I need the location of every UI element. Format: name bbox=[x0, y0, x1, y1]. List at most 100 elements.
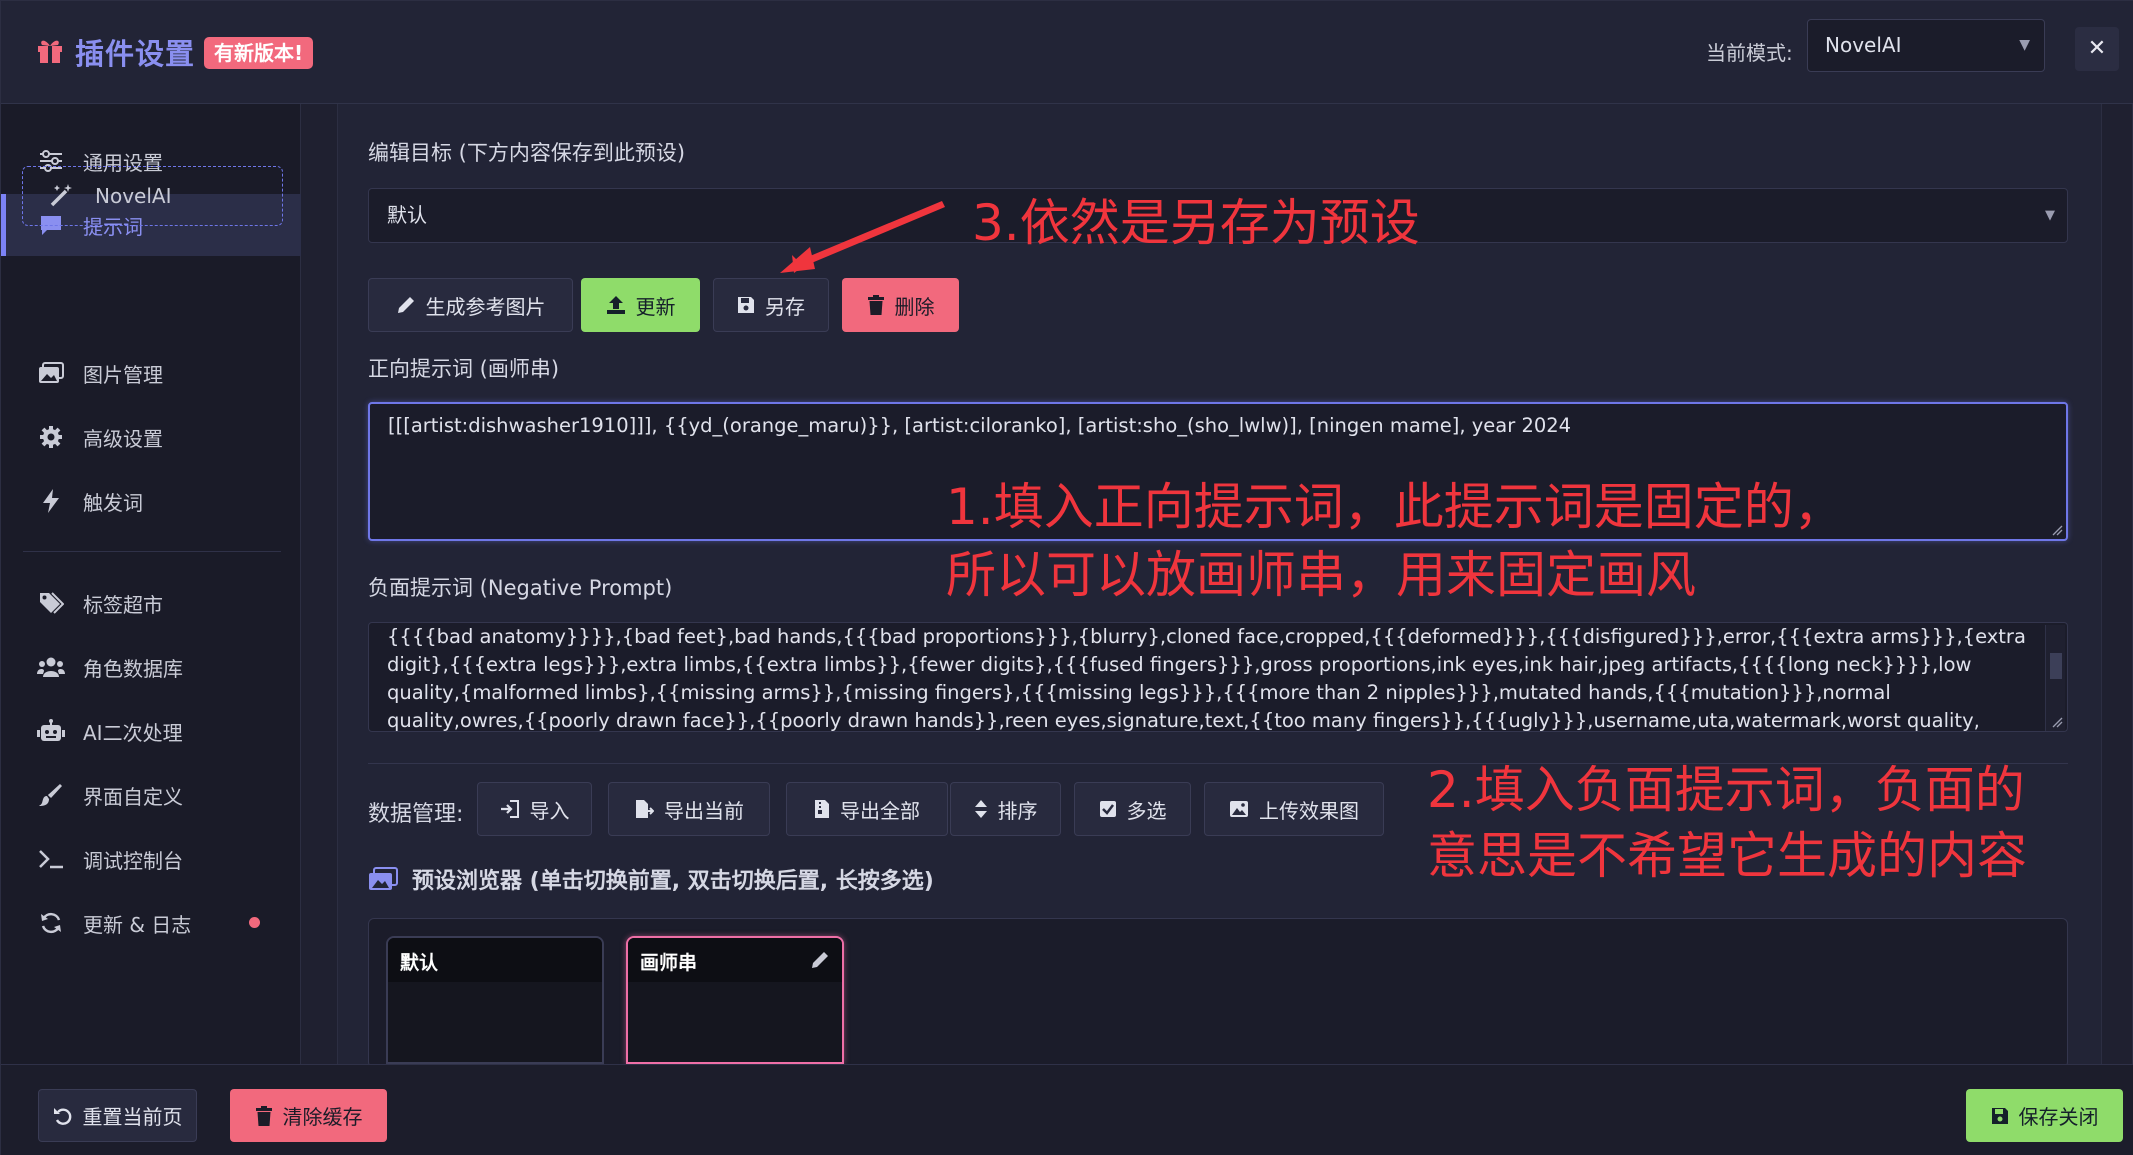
preset-card-title: 画师串 bbox=[640, 952, 698, 974]
new-version-badge[interactable]: 有新版本! bbox=[204, 37, 314, 69]
pencil-icon[interactable] bbox=[810, 950, 830, 970]
clear-cache-button[interactable]: 清除缓存 bbox=[230, 1089, 387, 1142]
generate-reference-label: 生成参考图片 bbox=[425, 294, 546, 319]
annotation-arrow bbox=[780, 201, 945, 273]
annotation-negative-line2: 意思是不希望它生成的内容 bbox=[1427, 827, 2027, 885]
mode-select-value: NovelAI bbox=[1825, 33, 1902, 57]
sidebar-item-advanced[interactable]: 高级设置 bbox=[1, 406, 301, 468]
sync-icon bbox=[37, 909, 65, 937]
save-as-button[interactable]: 另存 bbox=[713, 278, 829, 332]
mode-select[interactable]: NovelAI ▼ bbox=[1807, 19, 2045, 72]
sidebar-item-character-db[interactable]: 角色数据库 bbox=[1, 636, 301, 698]
gift-icon bbox=[38, 40, 62, 63]
sidebar-item-label: 触发词 bbox=[83, 490, 143, 515]
chevron-down-icon: ▼ bbox=[2019, 37, 2030, 53]
positive-prompt-label: 正向提示词 (画师串) bbox=[368, 357, 560, 381]
scrollbar-thumb[interactable] bbox=[2050, 653, 2062, 679]
clear-cache-label: 清除缓存 bbox=[282, 1105, 363, 1129]
sidebar-item-label: 界面自定义 bbox=[83, 784, 183, 809]
mode-label: 当前模式: bbox=[1706, 41, 1793, 65]
preset-card-default[interactable]: 默认 bbox=[386, 936, 604, 1064]
sidebar-item-triggers[interactable]: 触发词 bbox=[1, 470, 301, 532]
multi-select-button[interactable]: 多选 bbox=[1074, 782, 1191, 836]
negative-prompt-textarea[interactable]: {{{{bad anatomy}}}},{bad feet},bad hands… bbox=[368, 622, 2068, 732]
sidebar-item-label: 标签超市 bbox=[83, 592, 163, 617]
sidebar-item-debug-console[interactable]: 调试控制台 bbox=[1, 828, 301, 890]
sidebar-divider bbox=[23, 551, 281, 552]
preset-browser-title: 预设浏览器 (单击切换前置, 双击切换后置, 长按多选) bbox=[368, 863, 934, 895]
header: 插件设置 有新版本! 当前模式: NovelAI ▼ ✕ bbox=[1, 1, 2133, 104]
export-all-button[interactable]: 导出全部 bbox=[786, 782, 948, 836]
file-archive-icon bbox=[815, 800, 829, 818]
preset-browser-title-text: 预设浏览器 (单击切换前置, 双击切换后置, 长按多选) bbox=[412, 869, 934, 894]
sidebar-item-tag-market[interactable]: 标签超市 bbox=[1, 572, 301, 634]
annotation-negative-line1: 2.填入负面提示词，负面的 bbox=[1427, 761, 2025, 819]
update-button[interactable]: 更新 bbox=[581, 278, 700, 332]
bolt-icon bbox=[37, 487, 65, 515]
preset-card-title: 默认 bbox=[388, 938, 602, 982]
delete-label: 删除 bbox=[894, 294, 935, 319]
trash-icon bbox=[867, 295, 884, 315]
chevron-down-icon: ▼ bbox=[2045, 208, 2055, 223]
preset-card-artist-string[interactable]: 画师串 bbox=[626, 936, 844, 1064]
positive-prompt-text: [[[artist:dishwasher1910]]], {{yd_(orang… bbox=[388, 414, 1572, 437]
update-notification-dot bbox=[249, 917, 260, 928]
sidebar-item-label: 角色数据库 bbox=[83, 656, 183, 681]
brush-icon bbox=[37, 781, 65, 809]
resize-handle-icon[interactable] bbox=[2051, 716, 2063, 728]
floppy-disk-icon bbox=[1991, 1107, 2008, 1124]
terminal-icon bbox=[37, 845, 65, 873]
sidebar-item-label: 调试控制台 bbox=[83, 848, 183, 873]
annotation-positive-line1: 1.填入正向提示词，此提示词是固定的， bbox=[946, 478, 1844, 536]
generate-reference-button[interactable]: 生成参考图片 bbox=[368, 278, 573, 332]
images-icon bbox=[369, 867, 398, 890]
checkbox-icon bbox=[1099, 801, 1116, 817]
export-current-button[interactable]: 导出当前 bbox=[608, 782, 770, 836]
negative-prompt-label: 负面提示词 (Negative Prompt) bbox=[368, 576, 673, 600]
sidebar-item-label: 图片管理 bbox=[83, 362, 163, 387]
multi-select-label: 多选 bbox=[1126, 798, 1167, 823]
sidebar-item-label: NovelAI bbox=[95, 184, 172, 208]
gear-icon bbox=[37, 423, 65, 451]
reset-page-label: 重置当前页 bbox=[82, 1105, 183, 1129]
app-title: 插件设置 bbox=[75, 37, 196, 71]
save-close-label: 保存关闭 bbox=[2018, 1105, 2099, 1129]
delete-button[interactable]: 删除 bbox=[842, 278, 959, 332]
upload-icon bbox=[606, 296, 625, 314]
sidebar-item-images[interactable]: 图片管理 bbox=[1, 342, 301, 404]
image-icon bbox=[1230, 801, 1248, 817]
upload-preview-button[interactable]: 上传效果图 bbox=[1204, 782, 1384, 836]
negative-prompt-text: {{{{bad anatomy}}}},{bad feet},bad hands… bbox=[387, 625, 2026, 732]
save-as-label: 另存 bbox=[765, 294, 805, 319]
import-icon bbox=[500, 800, 519, 818]
close-button[interactable]: ✕ bbox=[2075, 27, 2119, 71]
import-button[interactable]: 导入 bbox=[477, 782, 592, 836]
sidebar-item-label: AI二次处理 bbox=[83, 720, 183, 745]
sort-label: 排序 bbox=[997, 798, 1038, 823]
sidebar-item-label: 更新 & 日志 bbox=[83, 912, 192, 937]
pencil-icon bbox=[397, 297, 414, 313]
edit-target-value: 默认 bbox=[387, 203, 427, 227]
annotation-positive-line2: 所以可以放画师串，用来固定画风 bbox=[946, 546, 1696, 604]
sort-button[interactable]: 排序 bbox=[950, 782, 1061, 836]
import-label: 导入 bbox=[529, 798, 570, 823]
export-current-label: 导出当前 bbox=[664, 798, 744, 823]
floppy-disk-icon bbox=[738, 297, 754, 313]
sidebar-item-ai-processing[interactable]: AI二次处理 bbox=[1, 700, 301, 762]
tags-icon bbox=[37, 589, 65, 617]
robot-icon bbox=[37, 717, 65, 745]
file-export-icon bbox=[636, 800, 654, 818]
data-management-label: 数据管理: bbox=[368, 802, 464, 827]
save-close-button[interactable]: 保存关闭 bbox=[1966, 1089, 2123, 1142]
trash-icon bbox=[255, 1105, 272, 1126]
users-icon bbox=[37, 653, 65, 681]
sidebar-item-ui-custom[interactable]: 界面自定义 bbox=[1, 764, 301, 826]
reset-page-button[interactable]: 重置当前页 bbox=[38, 1089, 197, 1142]
upload-preview-label: 上传效果图 bbox=[1259, 798, 1359, 823]
update-label: 更新 bbox=[635, 294, 676, 319]
resize-handle-icon[interactable] bbox=[2051, 524, 2063, 536]
sidebar-subitem-novelai[interactable]: NovelAI bbox=[22, 166, 283, 226]
magic-wand-icon bbox=[49, 182, 77, 210]
annotation-save-as: 3.依然是另存为预设 bbox=[972, 194, 1420, 252]
images-icon bbox=[37, 359, 65, 387]
